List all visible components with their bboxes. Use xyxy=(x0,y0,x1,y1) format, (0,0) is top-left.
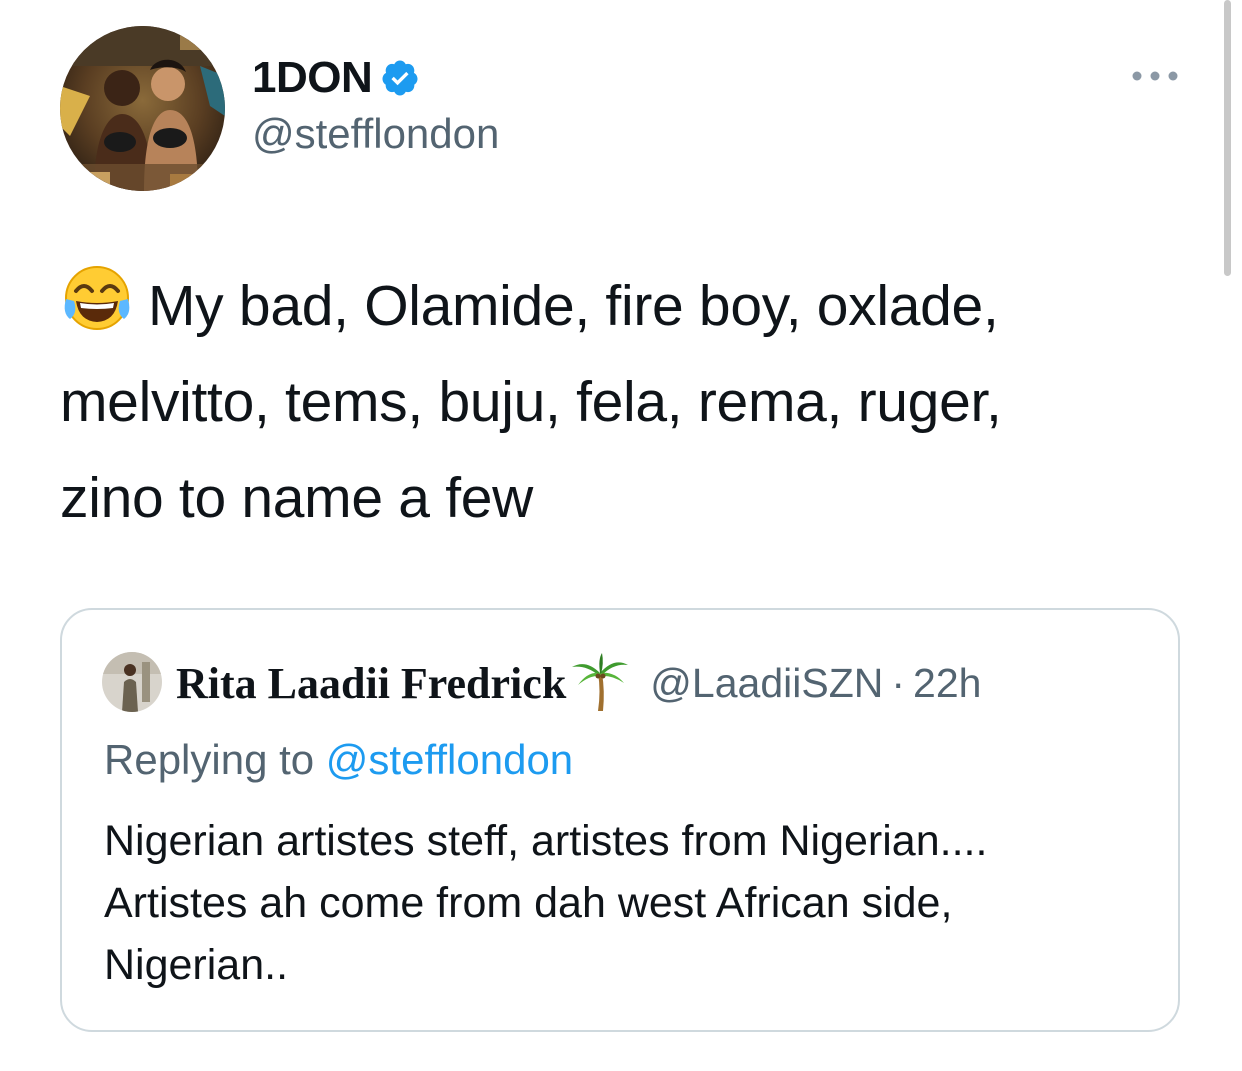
quoted-text-line-1: Nigerian artistes steff, artistes from N… xyxy=(104,817,988,865)
separator-dot: · xyxy=(891,659,906,706)
quoted-author-handle[interactable]: @LaadiiSZN xyxy=(650,660,883,707)
tweet-text-line-2: melvitto, tems, buju, fela, rema, ruger, xyxy=(60,370,1002,434)
replying-to: Replying to @stefflondon xyxy=(104,736,573,784)
quoted-author-name[interactable]: Rita Laadii Fredrick xyxy=(176,658,566,709)
scrollbar[interactable] xyxy=(1224,0,1231,276)
replying-to-mention[interactable]: @stefflondon xyxy=(326,736,573,783)
author-display-name[interactable]: 1DON xyxy=(252,53,373,103)
quoted-tweet-header: Rita Laadii Fredrick @LaadiiSZN · 22h xyxy=(176,648,981,718)
quoted-text-line-2: Artistes ah come from dah west African s… xyxy=(104,879,953,927)
palm-tree-icon xyxy=(572,653,629,711)
author-name-row[interactable]: 1DON xyxy=(252,50,420,106)
quoted-tweet-text: Nigerian artistes steff, artistes from N… xyxy=(104,810,1144,996)
tweet-text-line-1: My bad, Olamide, fire boy, oxlade, xyxy=(148,274,999,338)
face-with-tears-of-joy-icon xyxy=(64,266,130,330)
more-options-icon[interactable] xyxy=(1128,62,1182,90)
tweet-text: My bad, Olamide, fire boy, oxlade, melvi… xyxy=(60,258,1180,546)
quoted-text-line-3: Nigerian.. xyxy=(104,941,289,989)
quoted-tweet-card[interactable]: Rita Laadii Fredrick @LaadiiSZN · 22h Re… xyxy=(60,608,1180,1032)
quoted-tweet-time[interactable]: 22h xyxy=(913,660,981,707)
author-avatar[interactable] xyxy=(60,26,225,191)
tweet-text-line-3: zino to name a few xyxy=(60,466,534,530)
verified-badge-icon xyxy=(382,60,418,96)
quoted-author-avatar[interactable] xyxy=(102,652,162,712)
author-handle[interactable]: @stefflondon xyxy=(252,110,499,158)
tweet-text-line: My bad, Olamide, fire boy, oxlade, xyxy=(60,258,1180,354)
replying-to-label: Replying to xyxy=(104,736,315,783)
